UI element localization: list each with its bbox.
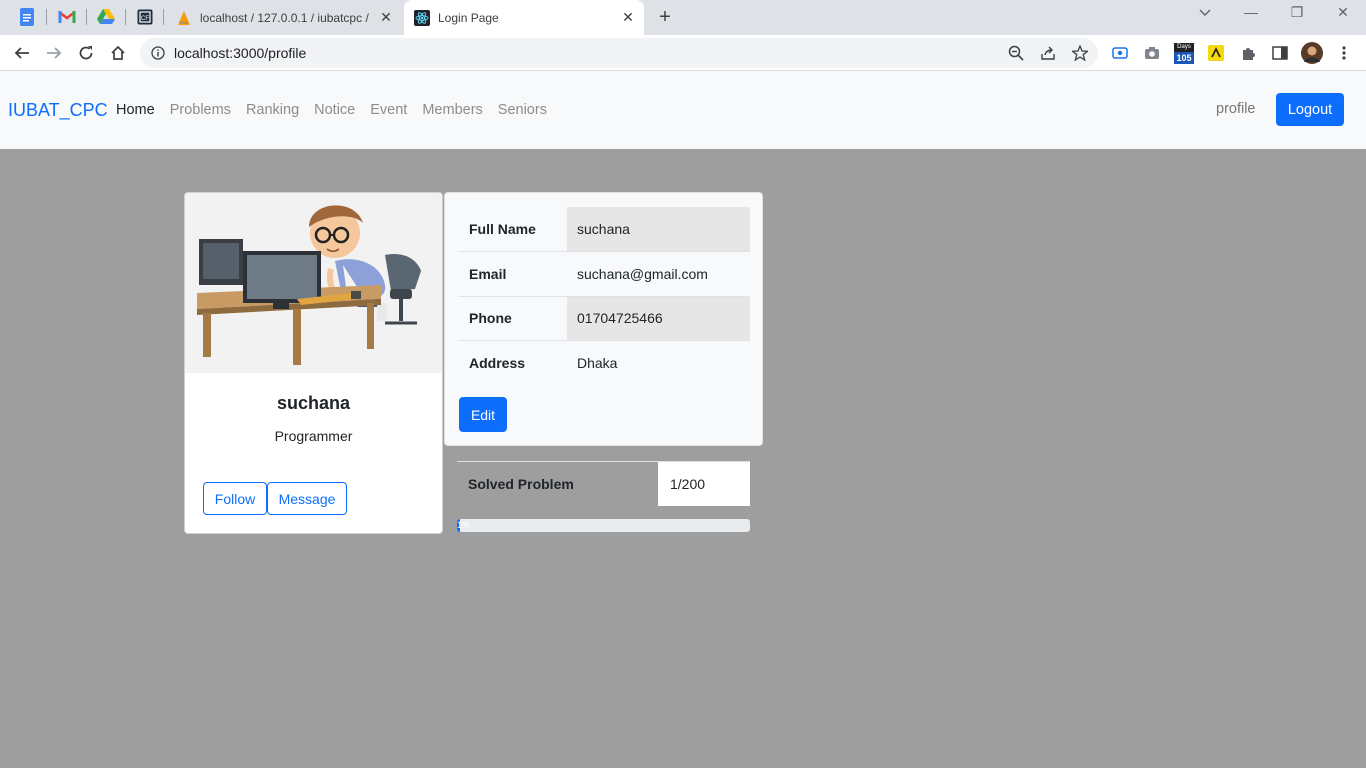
solved-value: 1/200 [658, 462, 750, 506]
nav-links: Home Problems Ranking Notice Event Membe… [116, 102, 562, 118]
solved-problem-row: Solved Problem 1/200 [457, 461, 750, 506]
new-tab-button[interactable]: + [654, 6, 676, 28]
react-icon [414, 9, 430, 26]
gmail-icon[interactable] [54, 6, 80, 28]
message-button[interactable]: Message [267, 482, 347, 515]
browser-toolbar: localhost:3000/profile Days 105 [0, 35, 1366, 71]
table-row: Phone 01704725466 [459, 295, 750, 341]
solved-progress-bar: 1% [457, 519, 750, 532]
detail-value: 01704725466 [567, 295, 750, 341]
extensions-puzzle-icon[interactable] [1236, 41, 1260, 65]
side-panel-icon[interactable] [1268, 41, 1292, 65]
nav-home[interactable]: Home [116, 102, 155, 118]
edit-button[interactable]: Edit [459, 397, 507, 432]
minimize-button[interactable]: — [1239, 4, 1263, 26]
svg-text:PMA: PMA [180, 20, 189, 25]
profile-name: suchana [276, 393, 351, 413]
screen-record-icon[interactable] [1108, 41, 1132, 65]
progress-fill: 1% [457, 519, 471, 532]
nav-ranking[interactable]: Ranking [246, 102, 299, 118]
table-row: Full Name suchana [459, 207, 750, 252]
detail-value: suchana@gmail.com [567, 251, 750, 296]
detail-label: Address [459, 340, 567, 385]
detail-label: Full Name [469, 221, 536, 237]
avatar [185, 193, 442, 373]
browser-menu-icon[interactable] [1332, 41, 1356, 65]
url-text: localhost:3000/profile [174, 45, 307, 61]
address-bar[interactable]: localhost:3000/profile [140, 38, 1098, 68]
details-table: Full Name suchana Email suchana@gmail.co… [459, 207, 750, 385]
window-close-button[interactable]: ✕ [1331, 4, 1355, 26]
tab-search-icon[interactable] [1193, 4, 1217, 26]
follow-button[interactable]: Follow [203, 482, 267, 515]
profile-avatar-icon[interactable] [1300, 41, 1324, 65]
nav-problems[interactable]: Problems [170, 102, 231, 118]
tab-title: localhost / 127.0.0.1 / iubatcpc / [200, 10, 369, 25]
bookmark-star-icon[interactable] [1069, 42, 1091, 64]
site-info-icon[interactable] [147, 42, 169, 64]
nav-event[interactable]: Event [370, 102, 407, 118]
google-drive-icon[interactable] [93, 6, 119, 28]
detail-label: Email [459, 251, 567, 296]
nav-profile-link[interactable]: profile [1216, 101, 1256, 117]
share-icon[interactable] [1037, 42, 1059, 64]
google-docs-icon[interactable] [14, 6, 40, 28]
reload-icon[interactable] [74, 41, 98, 65]
logout-button[interactable]: Logout [1276, 93, 1344, 126]
home-icon[interactable] [106, 41, 130, 65]
extension-badge: 105 [1174, 51, 1194, 64]
close-icon[interactable]: ✕ [618, 9, 638, 26]
detail-label: Phone [459, 295, 567, 341]
forward-icon[interactable] [42, 41, 66, 65]
dictionary-extension-icon[interactable] [1204, 41, 1228, 65]
close-icon[interactable]: ✕ [376, 9, 396, 26]
browser-tabstrip: CF PMA localhost / 127.0.0.1 / iubatcpc … [0, 0, 1366, 35]
detail-value: suchana [567, 207, 750, 252]
phpmyadmin-icon: PMA [176, 10, 192, 26]
tab-phpmyadmin[interactable]: PMA localhost / 127.0.0.1 / iubatcpc / ✕ [166, 0, 402, 35]
tab-login-page[interactable]: Login Page ✕ [404, 0, 644, 35]
restore-button[interactable]: ❐ [1285, 4, 1309, 26]
profile-card: suchana Programmer Follow Message [184, 192, 443, 534]
solved-label: Solved Problem [468, 476, 574, 492]
back-icon[interactable] [10, 41, 34, 65]
app-navbar: IUBAT_CPC Home Problems Ranking Notice E… [0, 71, 1366, 149]
detail-value: Dhaka [567, 340, 750, 385]
nav-notice[interactable]: Notice [314, 102, 355, 118]
nav-members[interactable]: Members [422, 102, 482, 118]
table-row: Email suchana@gmail.com [459, 251, 750, 296]
tab-title: Login Page [438, 10, 499, 25]
nav-seniors[interactable]: Seniors [498, 102, 547, 118]
table-row: Address Dhaka [459, 340, 750, 385]
profile-details-panel: Full Name suchana Email suchana@gmail.co… [444, 192, 763, 446]
extension-label: Days [1174, 42, 1194, 52]
codeforces-icon[interactable]: CF [132, 6, 158, 28]
programmer-illustration [185, 193, 442, 373]
brand-link[interactable]: IUBAT_CPC [8, 100, 108, 121]
svg-text:CF: CF [141, 16, 149, 22]
zoom-icon[interactable] [1005, 42, 1027, 64]
days-counter-extension[interactable]: Days 105 [1172, 41, 1196, 65]
camera-icon[interactable] [1140, 41, 1164, 65]
profile-role: Programmer [274, 428, 353, 444]
